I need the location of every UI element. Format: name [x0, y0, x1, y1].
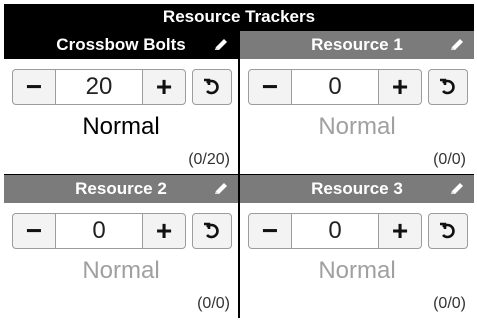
- increment-button[interactable]: +: [378, 70, 421, 104]
- increment-button[interactable]: +: [142, 214, 185, 248]
- tracker-controls: − 20 +: [12, 69, 232, 105]
- tracker-panel-resource-1: Resource 1 − 0 + Normal (0/0): [240, 31, 474, 174]
- decrement-button[interactable]: −: [13, 214, 56, 248]
- tracker-status: Normal: [82, 113, 160, 140]
- pencil-icon[interactable]: [212, 181, 230, 197]
- undo-icon: [440, 78, 455, 95]
- tracker-header: Crossbow Bolts: [4, 31, 238, 59]
- tracker-header: Resource 2: [4, 175, 238, 203]
- tracker-controls: − 0 +: [248, 213, 468, 249]
- pencil-icon[interactable]: [448, 181, 466, 197]
- tracker-panel-resource-3: Resource 3 − 0 + Normal (0/0): [240, 175, 474, 318]
- value-field[interactable]: 20: [56, 70, 142, 104]
- value-stepper: − 0 +: [248, 213, 422, 249]
- increment-button[interactable]: +: [142, 70, 185, 104]
- value-field[interactable]: 0: [56, 214, 142, 248]
- reset-button[interactable]: [428, 69, 468, 105]
- decrement-button[interactable]: −: [249, 70, 292, 104]
- value-field[interactable]: 0: [292, 214, 378, 248]
- undo-icon: [204, 78, 219, 95]
- resource-trackers-widget: Resource Trackers Crossbow Bolts − 20 +: [4, 4, 474, 318]
- tracker-status: Normal: [82, 257, 160, 284]
- tracker-count: (0/0): [197, 295, 230, 312]
- tracker-controls: − 0 +: [12, 213, 232, 249]
- undo-icon: [204, 222, 219, 239]
- tracker-status: Normal: [318, 257, 396, 284]
- tracker-panel-resource-2: Resource 2 − 0 + Normal (0/0): [4, 175, 238, 318]
- tracker-header: Resource 1: [240, 31, 474, 59]
- widget-title: Resource Trackers: [162, 7, 316, 26]
- reset-button[interactable]: [192, 69, 232, 105]
- reset-button[interactable]: [192, 213, 232, 249]
- decrement-button[interactable]: −: [13, 70, 56, 104]
- reset-button[interactable]: [428, 213, 468, 249]
- tracker-controls: − 0 +: [248, 69, 468, 105]
- tracker-status: Normal: [318, 113, 396, 140]
- value-field[interactable]: 0: [292, 70, 378, 104]
- increment-button[interactable]: +: [378, 214, 421, 248]
- decrement-button[interactable]: −: [249, 214, 292, 248]
- value-stepper: − 0 +: [12, 213, 186, 249]
- tracker-name: Resource 1: [311, 35, 403, 54]
- value-stepper: − 0 +: [248, 69, 422, 105]
- tracker-count: (0/20): [188, 151, 230, 168]
- tracker-header: Resource 3: [240, 175, 474, 203]
- value-stepper: − 20 +: [12, 69, 186, 105]
- tracker-name: Resource 3: [311, 179, 403, 198]
- pencil-icon[interactable]: [212, 37, 230, 53]
- tracker-name: Resource 2: [75, 179, 167, 198]
- pencil-icon[interactable]: [448, 37, 466, 53]
- tracker-name: Crossbow Bolts: [56, 35, 186, 54]
- tracker-count: (0/0): [433, 151, 466, 168]
- tracker-count: (0/0): [433, 295, 466, 312]
- tracker-panel-crossbow-bolts: Crossbow Bolts − 20 + Normal (0/20): [4, 31, 238, 174]
- undo-icon: [440, 222, 455, 239]
